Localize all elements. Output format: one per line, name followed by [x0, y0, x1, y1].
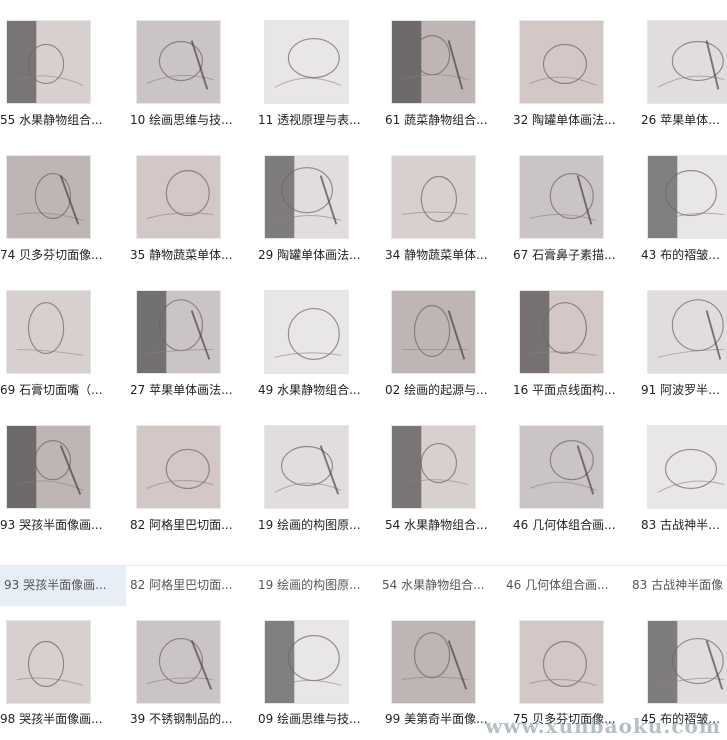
- video-thumbnail[interactable]: [647, 425, 727, 509]
- video-title[interactable]: 91 阿波罗半面像: [641, 381, 721, 398]
- video-title[interactable]: 09 绘画思维与技...: [258, 710, 380, 727]
- video-title[interactable]: 32 陶罐单体画法...: [513, 111, 635, 128]
- video-thumbnail[interactable]: [264, 290, 349, 374]
- video-thumbnail[interactable]: [264, 20, 349, 104]
- strip-label[interactable]: 54 水果静物组合...: [378, 566, 502, 606]
- video-title[interactable]: 98 哭孩半面像画...: [0, 710, 122, 727]
- video-title[interactable]: 83 古战神半面像: [641, 516, 721, 533]
- selected-label-strip: 93 哭孩半面像画... 82 阿格里巴切面... 19 绘画的构图原... 54 水…: [0, 566, 727, 606]
- video-title[interactable]: 29 陶罐单体画法...: [258, 246, 380, 263]
- video-title[interactable]: 69 石膏切面嘴（...: [0, 381, 122, 398]
- video-thumbnail[interactable]: [6, 290, 91, 374]
- video-thumbnail[interactable]: [6, 20, 91, 104]
- video-title[interactable]: 39 不锈钢制品的...: [130, 710, 252, 727]
- video-title[interactable]: 46 几何体组合画...: [513, 516, 635, 533]
- video-thumbnail[interactable]: [647, 290, 727, 374]
- video-title[interactable]: 54 水果静物组合...: [385, 516, 507, 533]
- video-thumbnail[interactable]: [6, 620, 91, 704]
- video-thumbnail[interactable]: [136, 20, 221, 104]
- video-thumbnail[interactable]: [519, 620, 604, 704]
- watermark: www.xunbaoku.com: [485, 714, 721, 738]
- video-thumbnail[interactable]: [6, 425, 91, 509]
- video-thumbnail[interactable]: [264, 155, 349, 239]
- video-title[interactable]: 61 蔬菜静物组合...: [385, 111, 507, 128]
- video-thumbnail[interactable]: [519, 155, 604, 239]
- video-thumbnail[interactable]: [264, 425, 349, 509]
- video-thumbnail[interactable]: [647, 155, 727, 239]
- video-thumbnail[interactable]: [136, 425, 221, 509]
- video-title[interactable]: 10 绘画思维与技...: [130, 111, 252, 128]
- strip-label[interactable]: 82 阿格里巴切面...: [126, 566, 254, 606]
- video-thumbnail[interactable]: [391, 20, 476, 104]
- strip-label[interactable]: 93 哭孩半面像画...: [0, 566, 126, 606]
- video-thumbnail[interactable]: [647, 20, 727, 104]
- video-thumbnail[interactable]: [136, 290, 221, 374]
- video-title[interactable]: 02 绘画的起源与...: [385, 381, 507, 398]
- strip-label[interactable]: 46 几何体组合画...: [502, 566, 628, 606]
- video-thumbnail[interactable]: [136, 155, 221, 239]
- strip-label[interactable]: 83 古战神半面像: [628, 566, 727, 606]
- video-title[interactable]: 55 水果静物组合...: [0, 111, 122, 128]
- video-title[interactable]: 67 石膏鼻子素描...: [513, 246, 635, 263]
- video-title[interactable]: 34 静物蔬菜单体...: [385, 246, 507, 263]
- video-title[interactable]: 27 苹果单体画法...: [130, 381, 252, 398]
- video-title[interactable]: 93 哭孩半面像画...: [0, 516, 122, 533]
- video-title[interactable]: 11 透视原理与表...: [258, 111, 380, 128]
- video-thumbnail[interactable]: [519, 290, 604, 374]
- video-thumbnail[interactable]: [6, 155, 91, 239]
- video-title[interactable]: 16 平面点线面构...: [513, 381, 635, 398]
- video-thumbnail[interactable]: [391, 290, 476, 374]
- video-thumbnail[interactable]: [136, 620, 221, 704]
- video-thumbnail-grid: 55 水果静物组合... 10 绘画思维与技... 11 透视原理与表... 6…: [0, 0, 727, 740]
- video-title[interactable]: 82 阿格里巴切面...: [130, 516, 252, 533]
- video-title[interactable]: 26 苹果单体画法: [641, 111, 721, 128]
- video-thumbnail[interactable]: [647, 620, 727, 704]
- video-thumbnail[interactable]: [391, 425, 476, 509]
- video-title[interactable]: 74 贝多芬切面像...: [0, 246, 122, 263]
- video-thumbnail[interactable]: [264, 620, 349, 704]
- video-title[interactable]: 49 水果静物组合...: [258, 381, 380, 398]
- video-title[interactable]: 19 绘画的构图原...: [258, 516, 380, 533]
- video-title[interactable]: 35 静物蔬菜单体...: [130, 246, 252, 263]
- video-thumbnail[interactable]: [519, 425, 604, 509]
- video-thumbnail[interactable]: [519, 20, 604, 104]
- video-thumbnail[interactable]: [391, 620, 476, 704]
- video-title[interactable]: 43 布的褶皱画法: [641, 246, 721, 263]
- video-thumbnail[interactable]: [391, 155, 476, 239]
- strip-label[interactable]: 19 绘画的构图原...: [254, 566, 378, 606]
